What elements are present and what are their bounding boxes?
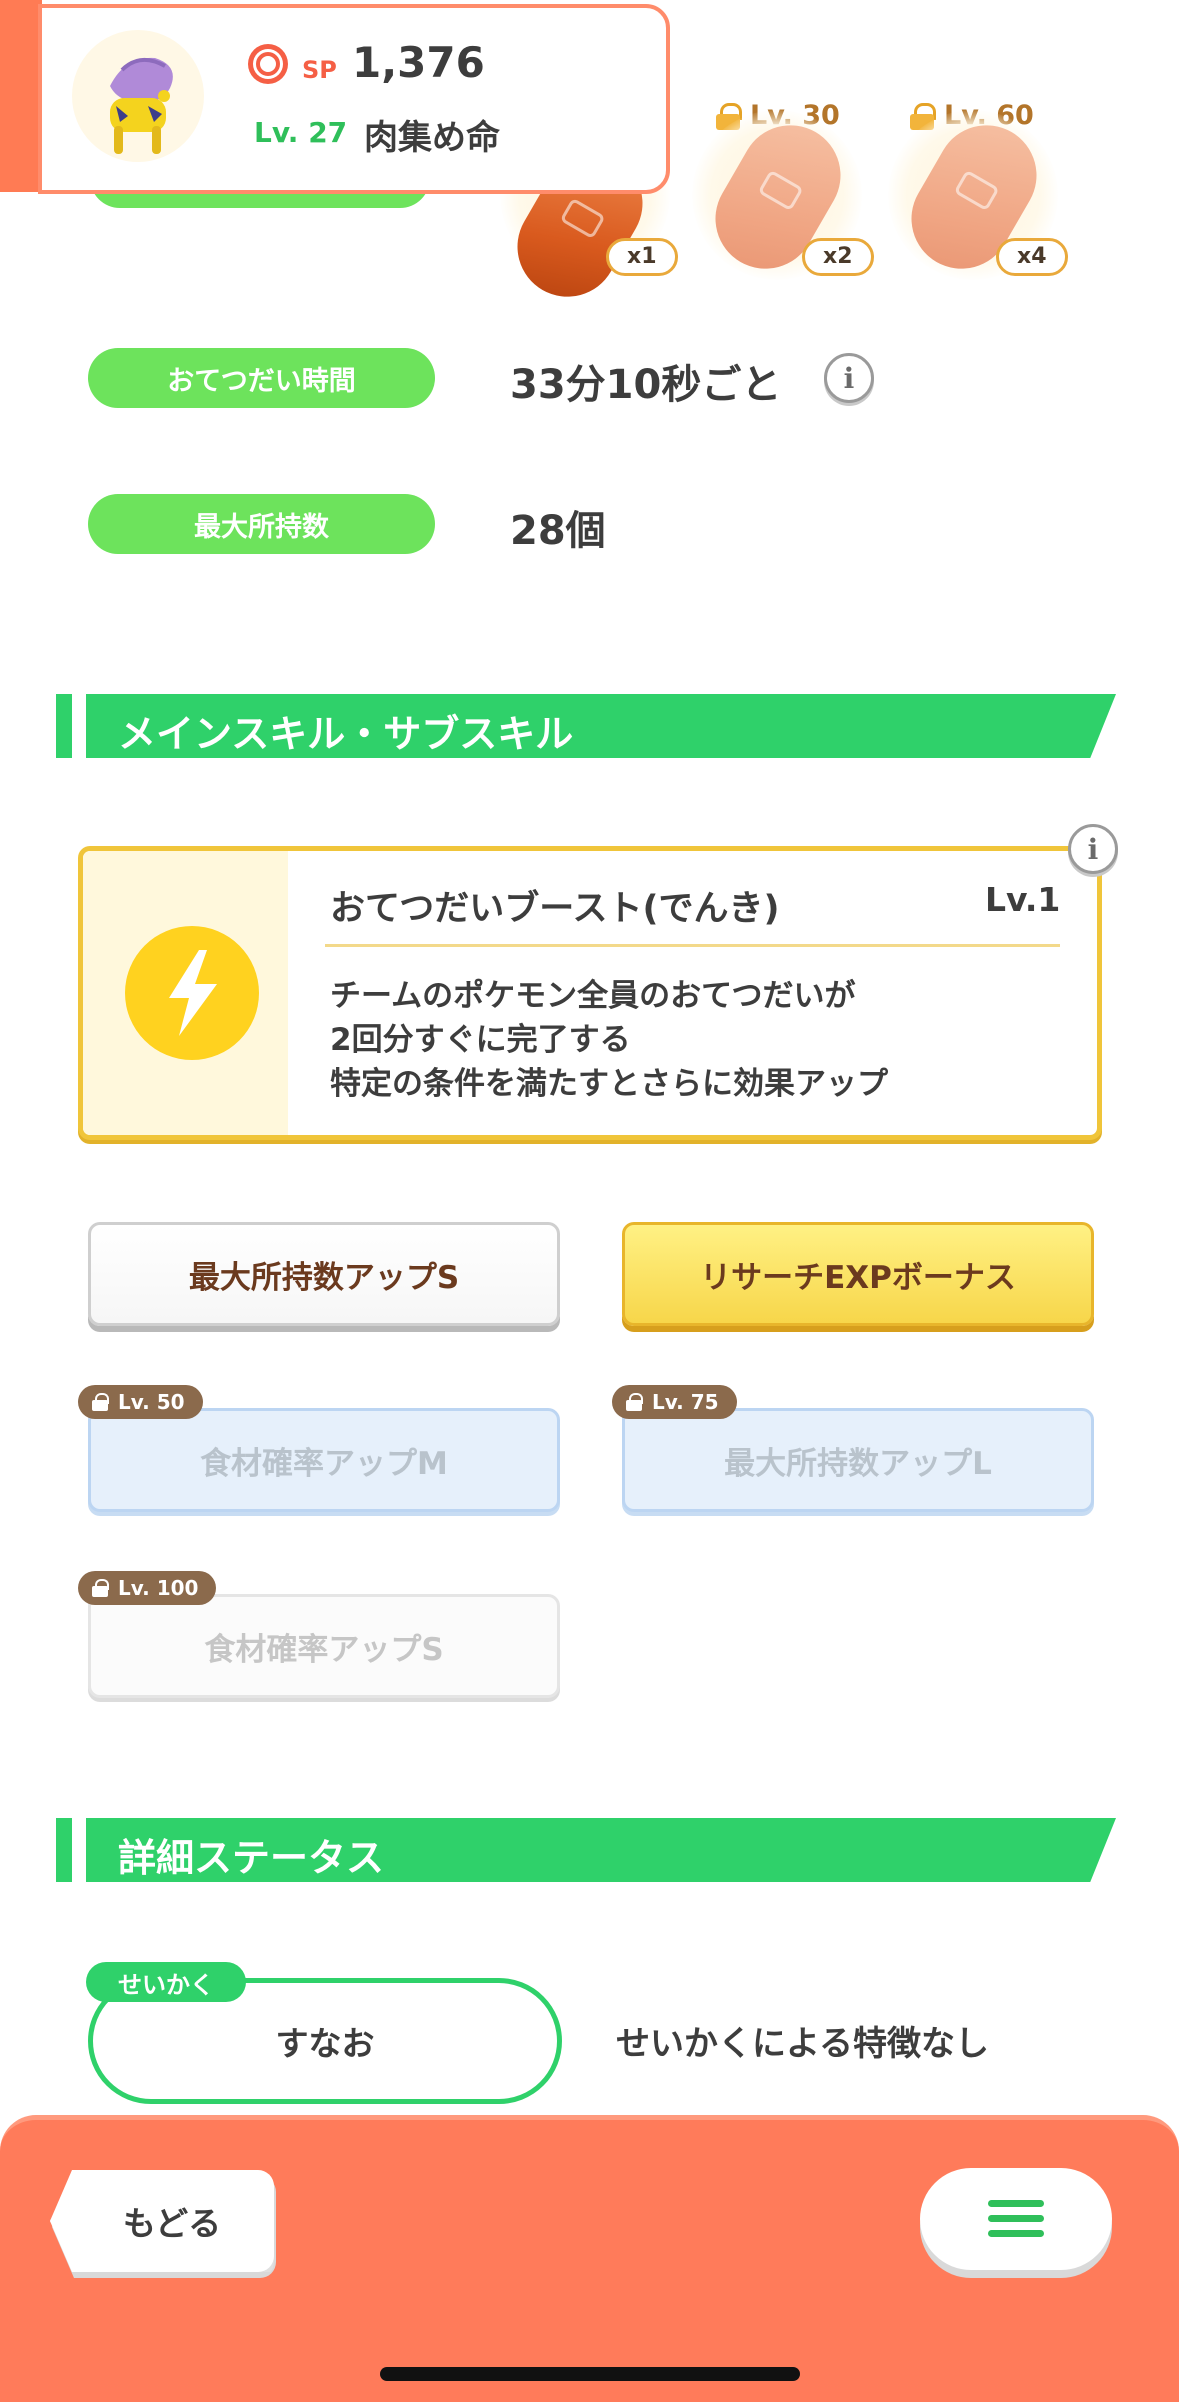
sp-label: SP [302,56,337,84]
ingredient-slot-3[interactable]: x4 [888,107,1068,287]
ingredient-qty: x1 [606,238,678,276]
sp-value: 1,376 [352,38,485,87]
ingredient-qty: x2 [802,238,874,276]
main-skill-name: おてつだいブースト(でんき) [330,889,780,929]
nature-tag: せいかく [86,1962,246,2002]
menu-button[interactable] [920,2168,1112,2270]
lightning-bolt-icon [125,926,259,1060]
sub-skill-button[interactable]: リサーチEXPボーナス [622,1222,1094,1326]
section-accent [56,1818,72,1882]
lock-level-badge: Lv. 50 [78,1385,203,1419]
help-time-value: 33分10秒ごと [510,362,782,408]
header-accent [0,0,42,192]
max-carry-label: 最大所持数 [88,494,435,554]
max-carry-value: 28個 [510,508,606,554]
lock-icon [92,1393,109,1411]
skills-section-title: メインスキル・サブスキル [118,712,574,756]
sub-skill-button-locked[interactable]: 食材確率アップM [88,1408,560,1512]
main-skill-info-icon[interactable]: i [1068,824,1118,874]
lock-icon [92,1579,109,1597]
main-skill-desc-line: チームのポケモン全員のおてつだいが [330,978,856,1014]
sub-skill-button-locked[interactable]: 食材確率アップS [88,1594,560,1698]
pokemon-portrait-icon [72,30,204,162]
ingredient-slot-2[interactable]: x2 [692,107,874,287]
pokemon-nickname: 肉集め命 [364,118,500,158]
sub-skill-button[interactable]: 最大所持数アップS [88,1222,560,1326]
main-skill-desc-line: 2回分すぐに完了する [330,1022,631,1058]
section-accent [56,694,72,758]
ingredient-qty: x4 [996,238,1068,276]
home-indicator [380,2367,800,2381]
lock-level-badge: Lv. 75 [612,1385,737,1419]
help-time-label: おてつだい時間 [88,348,435,408]
pokemon-level: Lv. 27 [254,116,348,149]
status-section-title: 詳細ステータス [118,1836,385,1880]
divider [325,944,1060,947]
back-button[interactable]: もどる [50,2170,274,2272]
main-skill-level: Lv.1 [985,880,1061,919]
sp-pokeball-icon [248,44,288,84]
lock-icon [626,1393,643,1411]
hamburger-menu-icon [988,2200,1044,2238]
main-skill-desc-line: 特定の条件を満たすとさらに効果アップ [330,1066,888,1102]
nature-description: せいかくによる特徴なし [616,2024,989,2064]
help-time-info-icon[interactable]: i [824,353,874,403]
lock-level-badge: Lv. 100 [78,1571,217,1605]
sub-skill-button-locked[interactable]: 最大所持数アップL [622,1408,1094,1512]
